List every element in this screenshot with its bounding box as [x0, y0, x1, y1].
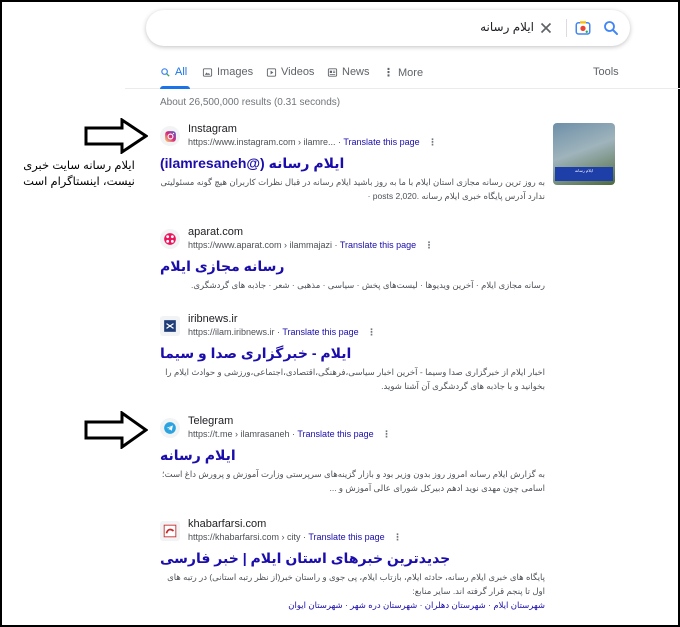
tab-videos-label: Videos: [281, 66, 315, 78]
tab-images[interactable]: Images: [202, 66, 253, 78]
search-divider: [566, 19, 567, 37]
more-options-icon[interactable]: ⋮: [425, 240, 434, 250]
more-options-icon[interactable]: ⋮: [367, 327, 376, 337]
telegram-icon: [160, 418, 180, 438]
tab-news-label: News: [342, 66, 370, 78]
arrow-right-icon: [84, 411, 148, 449]
more-options-icon[interactable]: ⋮: [382, 429, 391, 439]
translate-link[interactable]: Translate this page: [343, 137, 419, 147]
result-snippet: به گزارش ایلام رسانه امروز روز بدون وزیر…: [161, 469, 545, 493]
result-site-name: Telegram: [188, 415, 234, 427]
close-icon[interactable]: [537, 19, 555, 37]
result-title[interactable]: جدیدترین خبرهای استان ایلام | خبر فارسی: [160, 550, 545, 567]
result-header[interactable]: iribnews.ir https://ilam.iribnews.ir · T…: [160, 313, 545, 341]
result-snippet: به روز ترین رسانه مجازی استان ایلام با م…: [160, 177, 545, 201]
more-dots-icon: ⋮: [383, 67, 394, 79]
result-header[interactable]: aparat.com https://www.aparat.com › ilam…: [160, 226, 545, 254]
result-snippet: پایگاه های خبری ایلام رسانه، حادثه ایلام…: [167, 572, 545, 596]
translate-link[interactable]: Translate this page: [297, 429, 373, 439]
result-site-name: Instagram: [188, 123, 237, 135]
result-url[interactable]: https://www.aparat.com › ilammajazi: [188, 240, 332, 250]
khabarfarsi-icon: [160, 521, 180, 541]
search-icon[interactable]: [602, 19, 620, 37]
search-icon: [161, 67, 170, 77]
tab-more[interactable]: ⋮ More: [383, 66, 424, 80]
result-site-name: khabarfarsi.com: [188, 518, 267, 530]
result-site-name: iribnews.ir: [188, 313, 238, 325]
result-title[interactable]: رسانه مجازی ایلام: [160, 258, 545, 275]
result-url-line: https://t.me › ilamrasaneh · Translate t…: [188, 429, 392, 439]
tab-videos[interactable]: Videos: [266, 66, 314, 78]
result-iribnews: iribnews.ir https://ilam.iribnews.ir · T…: [160, 313, 545, 393]
irib-icon: [160, 316, 180, 336]
tab-news[interactable]: News: [327, 66, 370, 78]
result-header[interactable]: khabarfarsi.com https://khabarfarsi.com …: [160, 518, 545, 546]
aparat-icon: [160, 229, 180, 249]
tools-button[interactable]: Tools: [593, 66, 619, 78]
result-url[interactable]: https://khabarfarsi.com › city: [188, 532, 301, 542]
result-header[interactable]: Instagram https://www.instagram.com › il…: [160, 123, 545, 151]
result-sublinks[interactable]: شهرستان ایلام · شهرستان دهلران · شهرستان…: [160, 600, 545, 611]
translate-link[interactable]: Translate this page: [308, 532, 384, 542]
image-icon: [202, 67, 213, 77]
result-url[interactable]: https://www.instagram.com › ilamre...: [188, 137, 336, 147]
annotation-note: ایلام رسانه سایت خبری نیست، اینستاگرام ا…: [23, 160, 135, 188]
play-icon: [266, 67, 277, 77]
translate-link[interactable]: Translate this page: [340, 240, 416, 250]
result-khabarfarsi: khabarfarsi.com https://khabarfarsi.com …: [160, 518, 545, 611]
tab-all-label: All: [175, 66, 188, 78]
result-url[interactable]: https://ilam.iribnews.ir: [188, 327, 275, 337]
tab-more-label: More: [398, 66, 424, 79]
result-url-line: https://ilam.iribnews.ir · Translate thi…: [188, 327, 377, 337]
instagram-icon: [160, 126, 180, 146]
result-snippet: رسانه مجازی ایلام · آخرین ویدیوها · لیست…: [191, 280, 545, 290]
tab-images-label: Images: [217, 66, 254, 78]
tab-all[interactable]: All: [160, 66, 187, 78]
active-tab-indicator: [160, 86, 190, 89]
news-icon: [327, 67, 338, 77]
result-site-name: aparat.com: [188, 226, 244, 238]
result-header[interactable]: Telegram https://t.me › ilamrasaneh · Tr…: [160, 415, 545, 443]
more-options-icon[interactable]: ⋮: [428, 137, 437, 147]
tabs-divider: [125, 88, 680, 89]
google-lens-icon[interactable]: [574, 19, 592, 37]
result-title[interactable]: ایلام - خبرگزاری صدا و سیما: [160, 345, 545, 362]
result-stats: About 26,500,000 results (0.31 seconds): [160, 97, 341, 108]
result-thumbnail[interactable]: ایلام رسانه: [553, 123, 615, 185]
arrow-right-icon: [84, 118, 148, 154]
thumbnail-caption: ایلام رسانه: [555, 167, 613, 181]
result-title[interactable]: ایلام رسانه: [160, 447, 545, 464]
translate-link[interactable]: Translate this page: [282, 327, 358, 337]
result-instagram: Instagram https://www.instagram.com › il…: [160, 123, 545, 203]
result-url[interactable]: https://t.me › ilamrasaneh: [188, 429, 290, 439]
result-title[interactable]: ایلام رسانه (@ilamresaneh): [160, 155, 545, 172]
result-snippet: اخبار ایلام از خبرگزاری صدا وسیما - آخری…: [165, 367, 545, 391]
result-telegram: Telegram https://t.me › ilamrasaneh · Tr…: [160, 415, 545, 495]
search-bar[interactable]: ایلام رسانه: [146, 10, 630, 46]
result-url-line: https://khabarfarsi.com › city · Transla…: [188, 532, 403, 542]
more-options-icon[interactable]: ⋮: [393, 532, 402, 542]
result-url-line: https://www.aparat.com › ilammajazi · Tr…: [188, 240, 434, 250]
search-input[interactable]: ایلام رسانه: [480, 20, 534, 34]
result-url-line: https://www.instagram.com › ilamre... · …: [188, 137, 438, 147]
result-aparat: aparat.com https://www.aparat.com › ilam…: [160, 226, 545, 292]
